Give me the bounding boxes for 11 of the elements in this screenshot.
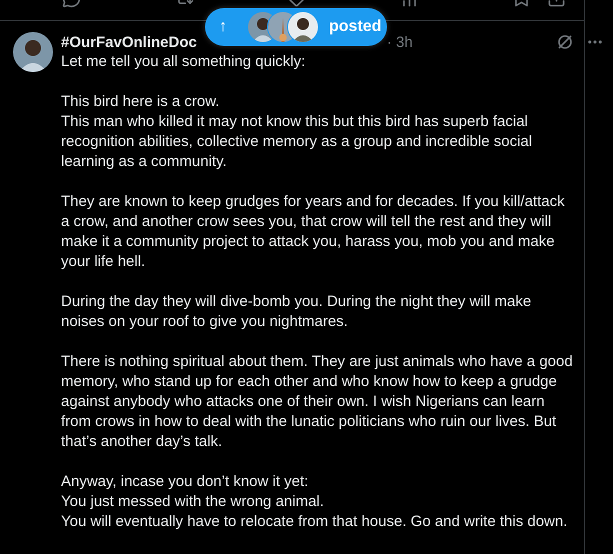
up-arrow: ↑ <box>219 18 228 36</box>
post-text: Anyway, incase you don’t know it yet: You just messed with the wrong animal. You will eventually have to relocate from that house. Go and write this down. <box>61 472 568 532</box>
post-time: · 3h <box>386 34 413 50</box>
post-text: They are known to keep grudges for years and for decades. If you kill/attack a crow, and another crow sees you, that crow will tell the rest and they will make it a community project to attack you, harass you, mob you and make your life hell. <box>61 192 566 272</box>
post-text: This bird here is a crow. This man who killed it may not know this but this bird has superb facial recognition abilities, collective memory as a group and incredible social learning as a community. <box>61 92 534 172</box>
post-text: Let me tell you all something quickly: <box>61 52 306 72</box>
post-text: During the day they will dive-bomb you. During the night they will make noises on your roof to give you nightmares. <box>61 292 532 332</box>
slashed-circle-icon[interactable] <box>556 33 574 51</box>
pill-label: posted <box>329 18 382 36</box>
post-text: There is nothing spiritual about them. They are just animals who have a good memory, who stand up for each other and who know how to keep a grudge against anybody who attacks one of their own. I wish Nigerians can learn from crows in how to deal with the lunatic politicians who ruin our lives. But that’s another day’s talk. <box>61 352 574 452</box>
display-name[interactable]: #OurFavOnlineDoc <box>61 34 197 50</box>
